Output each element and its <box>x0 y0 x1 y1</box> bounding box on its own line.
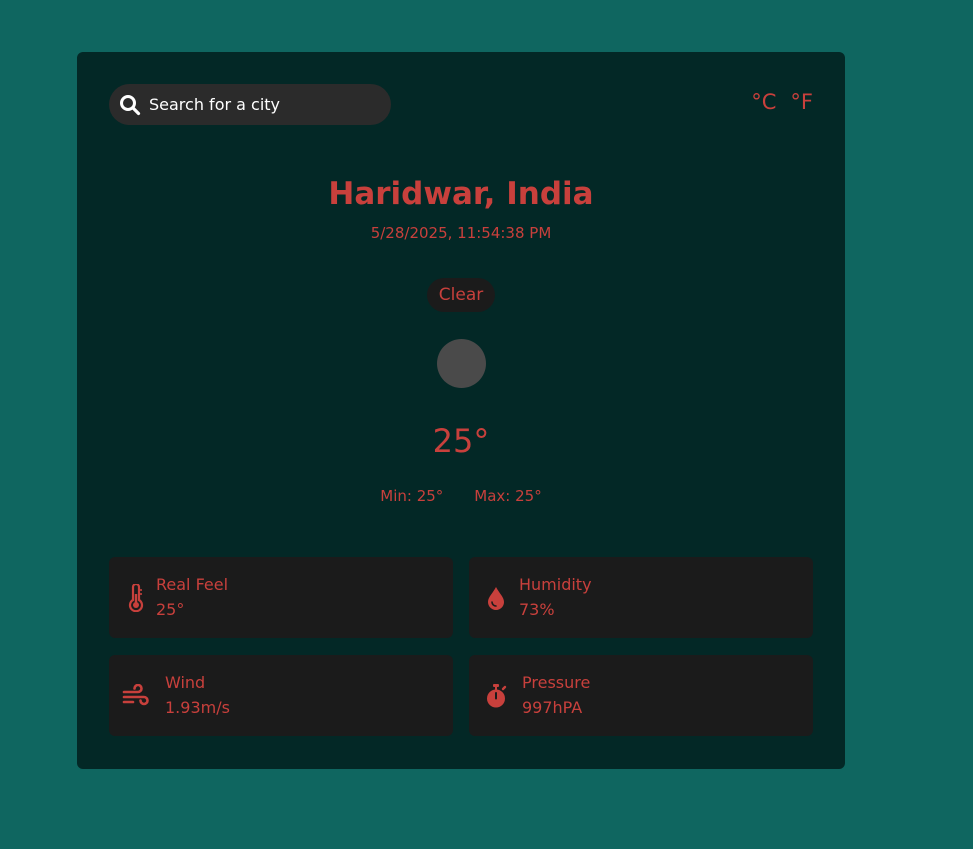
thermometer-icon <box>121 583 151 613</box>
detail-label: Humidity <box>519 575 592 594</box>
local-datetime: 5/28/2025, 11:54:38 PM <box>370 224 552 242</box>
detail-tile-wind: Wind 1.93m/s <box>109 655 453 736</box>
detail-value: 25° <box>156 600 185 619</box>
condition-wrap: Clear <box>77 278 845 312</box>
unit-toggle: °C °F <box>751 90 813 114</box>
stopwatch-icon <box>481 681 511 711</box>
weather-card: °C °F Haridwar, India 5/28/2025, 11:54:3… <box>77 52 845 769</box>
current-temperature: 25° <box>432 422 490 460</box>
search-bar[interactable] <box>109 84 391 125</box>
min-max-row: Min: 25° Max: 25° <box>77 487 845 505</box>
droplet-icon <box>481 583 511 613</box>
wind-icon <box>121 681 151 711</box>
weather-icon <box>437 339 486 388</box>
detail-value: 73% <box>519 600 555 619</box>
detail-value: 1.93m/s <box>165 698 230 717</box>
detail-label: Real Feel <box>156 575 229 594</box>
detail-tile-humidity: Humidity 73% <box>469 557 813 638</box>
detail-label: Pressure <box>522 673 591 692</box>
detail-tile-real-feel: Real Feel 25° <box>109 557 453 638</box>
city-name: Haridwar, India <box>328 176 594 212</box>
max-temperature: Max: 25° <box>474 487 542 505</box>
fahrenheit-button[interactable]: °F <box>790 90 813 114</box>
search-input[interactable] <box>149 95 379 114</box>
condition-badge: Clear <box>426 278 496 312</box>
celsius-button[interactable]: °C <box>751 90 776 114</box>
min-temperature: Min: 25° <box>380 487 444 505</box>
detail-tile-pressure: Pressure 997hPA <box>469 655 813 736</box>
detail-label: Wind <box>165 673 206 692</box>
detail-value: 997hPA <box>522 698 583 717</box>
search-icon[interactable] <box>119 94 141 116</box>
